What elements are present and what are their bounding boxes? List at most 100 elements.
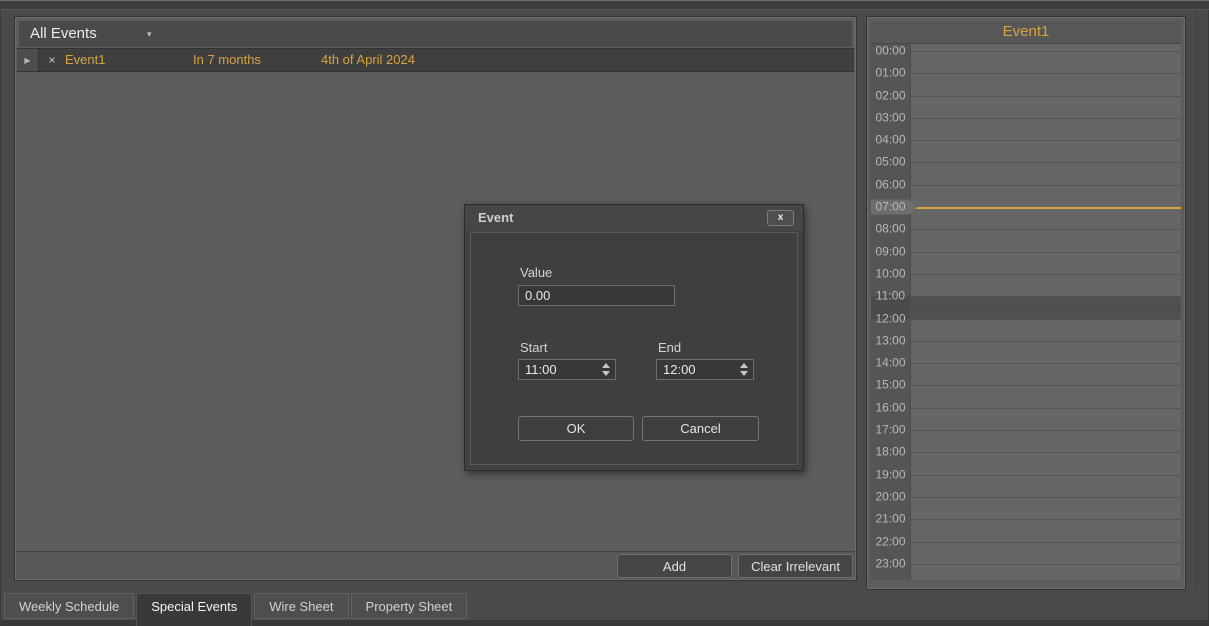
current-time-line (910, 207, 1181, 209)
events-filter-dropdown[interactable]: All Events ▾ (19, 21, 852, 47)
schedule-cell[interactable] (910, 252, 1181, 274)
schedule-rows: 00:0001:0002:0003:0004:0005:0006:0007:00… (871, 51, 1181, 580)
schedule-hour-label: 20:00 (871, 490, 910, 503)
schedule-hour-label: 01:00 (871, 67, 910, 80)
dialog-title: Event (478, 205, 513, 231)
schedule-cell[interactable] (910, 229, 1181, 251)
schedule-hour-row: 16:00 (871, 408, 1181, 430)
schedule-cell[interactable] (910, 207, 1181, 229)
end-time-spinner (740, 359, 750, 380)
tab-label: Property Sheet (366, 599, 453, 614)
schedule-cell[interactable] (910, 96, 1181, 118)
schedule-hour-label: 19:00 (871, 468, 910, 481)
end-time-field (656, 359, 754, 380)
schedule-hour-row: 09:00 (871, 252, 1181, 274)
row-expand-cell[interactable]: ▶ (17, 49, 39, 71)
event-name: Event1 (65, 49, 193, 71)
schedule-cell[interactable] (910, 51, 1181, 73)
view-tabbar: Weekly Schedule Special Events Wire Shee… (0, 592, 1209, 626)
schedule-hour-row: 22:00 (871, 542, 1181, 564)
schedule-hour-label: 18:00 (871, 446, 910, 459)
event-dialog-titlebar[interactable]: Event x (465, 205, 803, 231)
spin-down-icon[interactable] (602, 371, 610, 376)
schedule-cell[interactable] (910, 296, 1181, 318)
schedule-hour-row: 00:00 (871, 51, 1181, 73)
schedule-hour-label: 09:00 (871, 245, 910, 258)
start-time-field (518, 359, 616, 380)
event-dialog: Event x Value Start End (464, 204, 804, 471)
schedule-hour-label: 03:00 (871, 111, 910, 124)
cancel-button[interactable]: Cancel (642, 416, 759, 441)
schedule-hour-row: 20:00 (871, 497, 1181, 519)
schedule-cell[interactable] (910, 185, 1181, 207)
schedule-cell[interactable] (910, 497, 1181, 519)
spin-down-icon[interactable] (740, 371, 748, 376)
schedule-hour-row: 11:00 (871, 296, 1181, 318)
schedule-cell[interactable] (910, 118, 1181, 140)
chevron-down-icon: ▾ (147, 21, 152, 47)
close-button[interactable]: x (767, 210, 794, 226)
schedule-hour-row: 10:00 (871, 274, 1181, 296)
schedule-hour-label: 06:00 (871, 178, 910, 191)
schedule-hour-row: 07:00 (871, 207, 1181, 229)
ok-button[interactable]: OK (518, 416, 634, 441)
schedule-cell[interactable] (910, 73, 1181, 95)
tab-property-sheet[interactable]: Property Sheet (351, 593, 468, 619)
schedule-hour-label: 10:00 (871, 267, 910, 280)
spin-up-icon[interactable] (740, 363, 748, 368)
schedule-cell[interactable] (910, 408, 1181, 430)
schedule-hour-row: 15:00 (871, 385, 1181, 407)
tab-special-events[interactable]: Special Events (136, 593, 252, 626)
start-label: Start (520, 340, 547, 355)
schedule-hour-row: 02:00 (871, 96, 1181, 118)
add-button[interactable]: Add (617, 554, 732, 578)
window-top-strip (0, 0, 1209, 10)
schedule-cell[interactable] (910, 162, 1181, 184)
delete-x-icon: × (48, 53, 55, 67)
schedule-hour-label: 12:00 (871, 312, 910, 325)
schedule-hour-label: 07:00 (871, 200, 910, 215)
schedule-hour-label: 08:00 (871, 223, 910, 236)
event-date: 4th of April 2024 (321, 49, 854, 71)
event-dialog-body: Value Start End OK Cancel (470, 232, 798, 465)
schedule-cell[interactable] (910, 452, 1181, 474)
spin-up-icon[interactable] (602, 363, 610, 368)
schedule-hour-row: 14:00 (871, 363, 1181, 385)
schedule-hour-label: 04:00 (871, 134, 910, 147)
schedule-cell[interactable] (910, 542, 1181, 564)
schedule-cell[interactable] (910, 430, 1181, 452)
schedule-cell[interactable] (910, 564, 1181, 580)
schedule-cell[interactable] (910, 140, 1181, 162)
tab-weekly-schedule[interactable]: Weekly Schedule (4, 593, 134, 619)
value-input[interactable] (518, 285, 675, 306)
scheduler-app-window: All Events ▾ ▶ × Event1 In 7 months 4th … (0, 0, 1209, 626)
schedule-cell[interactable] (910, 385, 1181, 407)
schedule-hour-label: 15:00 (871, 379, 910, 392)
tab-wire-sheet[interactable]: Wire Sheet (254, 593, 348, 619)
schedule-hour-row: 12:00 (871, 319, 1181, 341)
clear-irrelevant-button[interactable]: Clear Irrelevant (738, 554, 853, 578)
schedule-cell[interactable] (910, 519, 1181, 541)
tab-label: Weekly Schedule (19, 599, 119, 614)
schedule-cell[interactable] (910, 475, 1181, 497)
schedule-hour-label: 16:00 (871, 401, 910, 414)
schedule-cell[interactable] (910, 341, 1181, 363)
schedule-hour-label: 13:00 (871, 334, 910, 347)
schedule-hour-label: 21:00 (871, 513, 910, 526)
event-list-row[interactable]: ▶ × Event1 In 7 months 4th of April 2024 (17, 48, 854, 72)
schedule-hour-label: 02:00 (871, 89, 910, 102)
schedule-hour-label: 00:00 (871, 45, 910, 58)
tab-label: Special Events (151, 599, 237, 614)
schedule-cell[interactable] (910, 319, 1181, 341)
schedule-hour-row: 13:00 (871, 341, 1181, 363)
schedule-cell[interactable] (910, 274, 1181, 296)
schedule-hour-row: 21:00 (871, 519, 1181, 541)
schedule-hour-row: 19:00 (871, 475, 1181, 497)
schedule-hour-label: 11:00 (871, 290, 910, 303)
value-label: Value (520, 265, 552, 280)
schedule-hour-row: 05:00 (871, 162, 1181, 184)
schedule-cell[interactable] (910, 363, 1181, 385)
delete-event-button[interactable]: × (39, 49, 65, 71)
schedule-hour-row: 18:00 (871, 452, 1181, 474)
schedule-hour-row: 03:00 (871, 118, 1181, 140)
